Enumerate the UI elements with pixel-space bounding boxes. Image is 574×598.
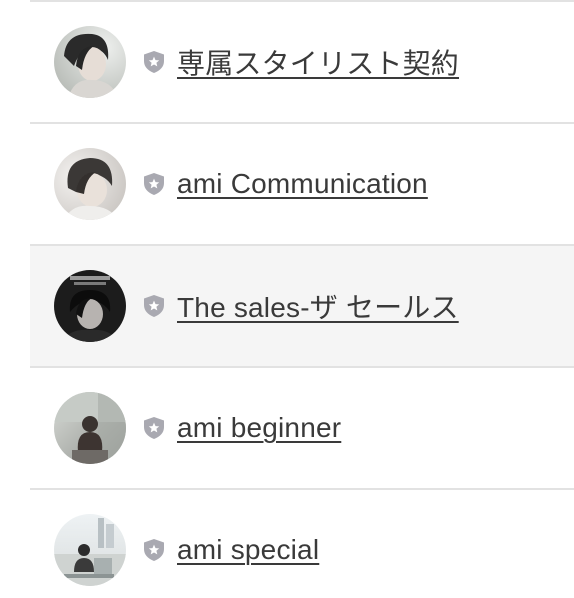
list-item[interactable]: ami Communication [30, 124, 574, 244]
plan-title-link[interactable]: ami beginner [177, 412, 341, 444]
avatar [54, 26, 126, 98]
shield-star-icon [143, 538, 165, 562]
list-item[interactable]: ami beginner [30, 368, 574, 488]
list-item[interactable]: ami special [30, 490, 574, 598]
plan-title-link[interactable]: ami Communication [177, 168, 428, 200]
shield-star-icon [143, 172, 165, 196]
avatar [54, 270, 126, 342]
avatar [54, 148, 126, 220]
plan-title-link[interactable]: ami special [177, 534, 319, 566]
avatar [54, 514, 126, 586]
shield-star-icon [143, 416, 165, 440]
avatar [54, 392, 126, 464]
list-item[interactable]: 専属スタイリスト契約 [30, 2, 574, 122]
shield-star-icon [143, 294, 165, 318]
shield-star-icon [143, 50, 165, 74]
plan-title-link[interactable]: The sales-ザ セールス [177, 286, 459, 326]
plan-title-link[interactable]: 専属スタイリスト契約 [177, 42, 459, 82]
list-item[interactable]: The sales-ザ セールス [30, 246, 574, 366]
plan-list: 専属スタイリスト契約 ami Communication The sales-ザ… [0, 0, 574, 598]
